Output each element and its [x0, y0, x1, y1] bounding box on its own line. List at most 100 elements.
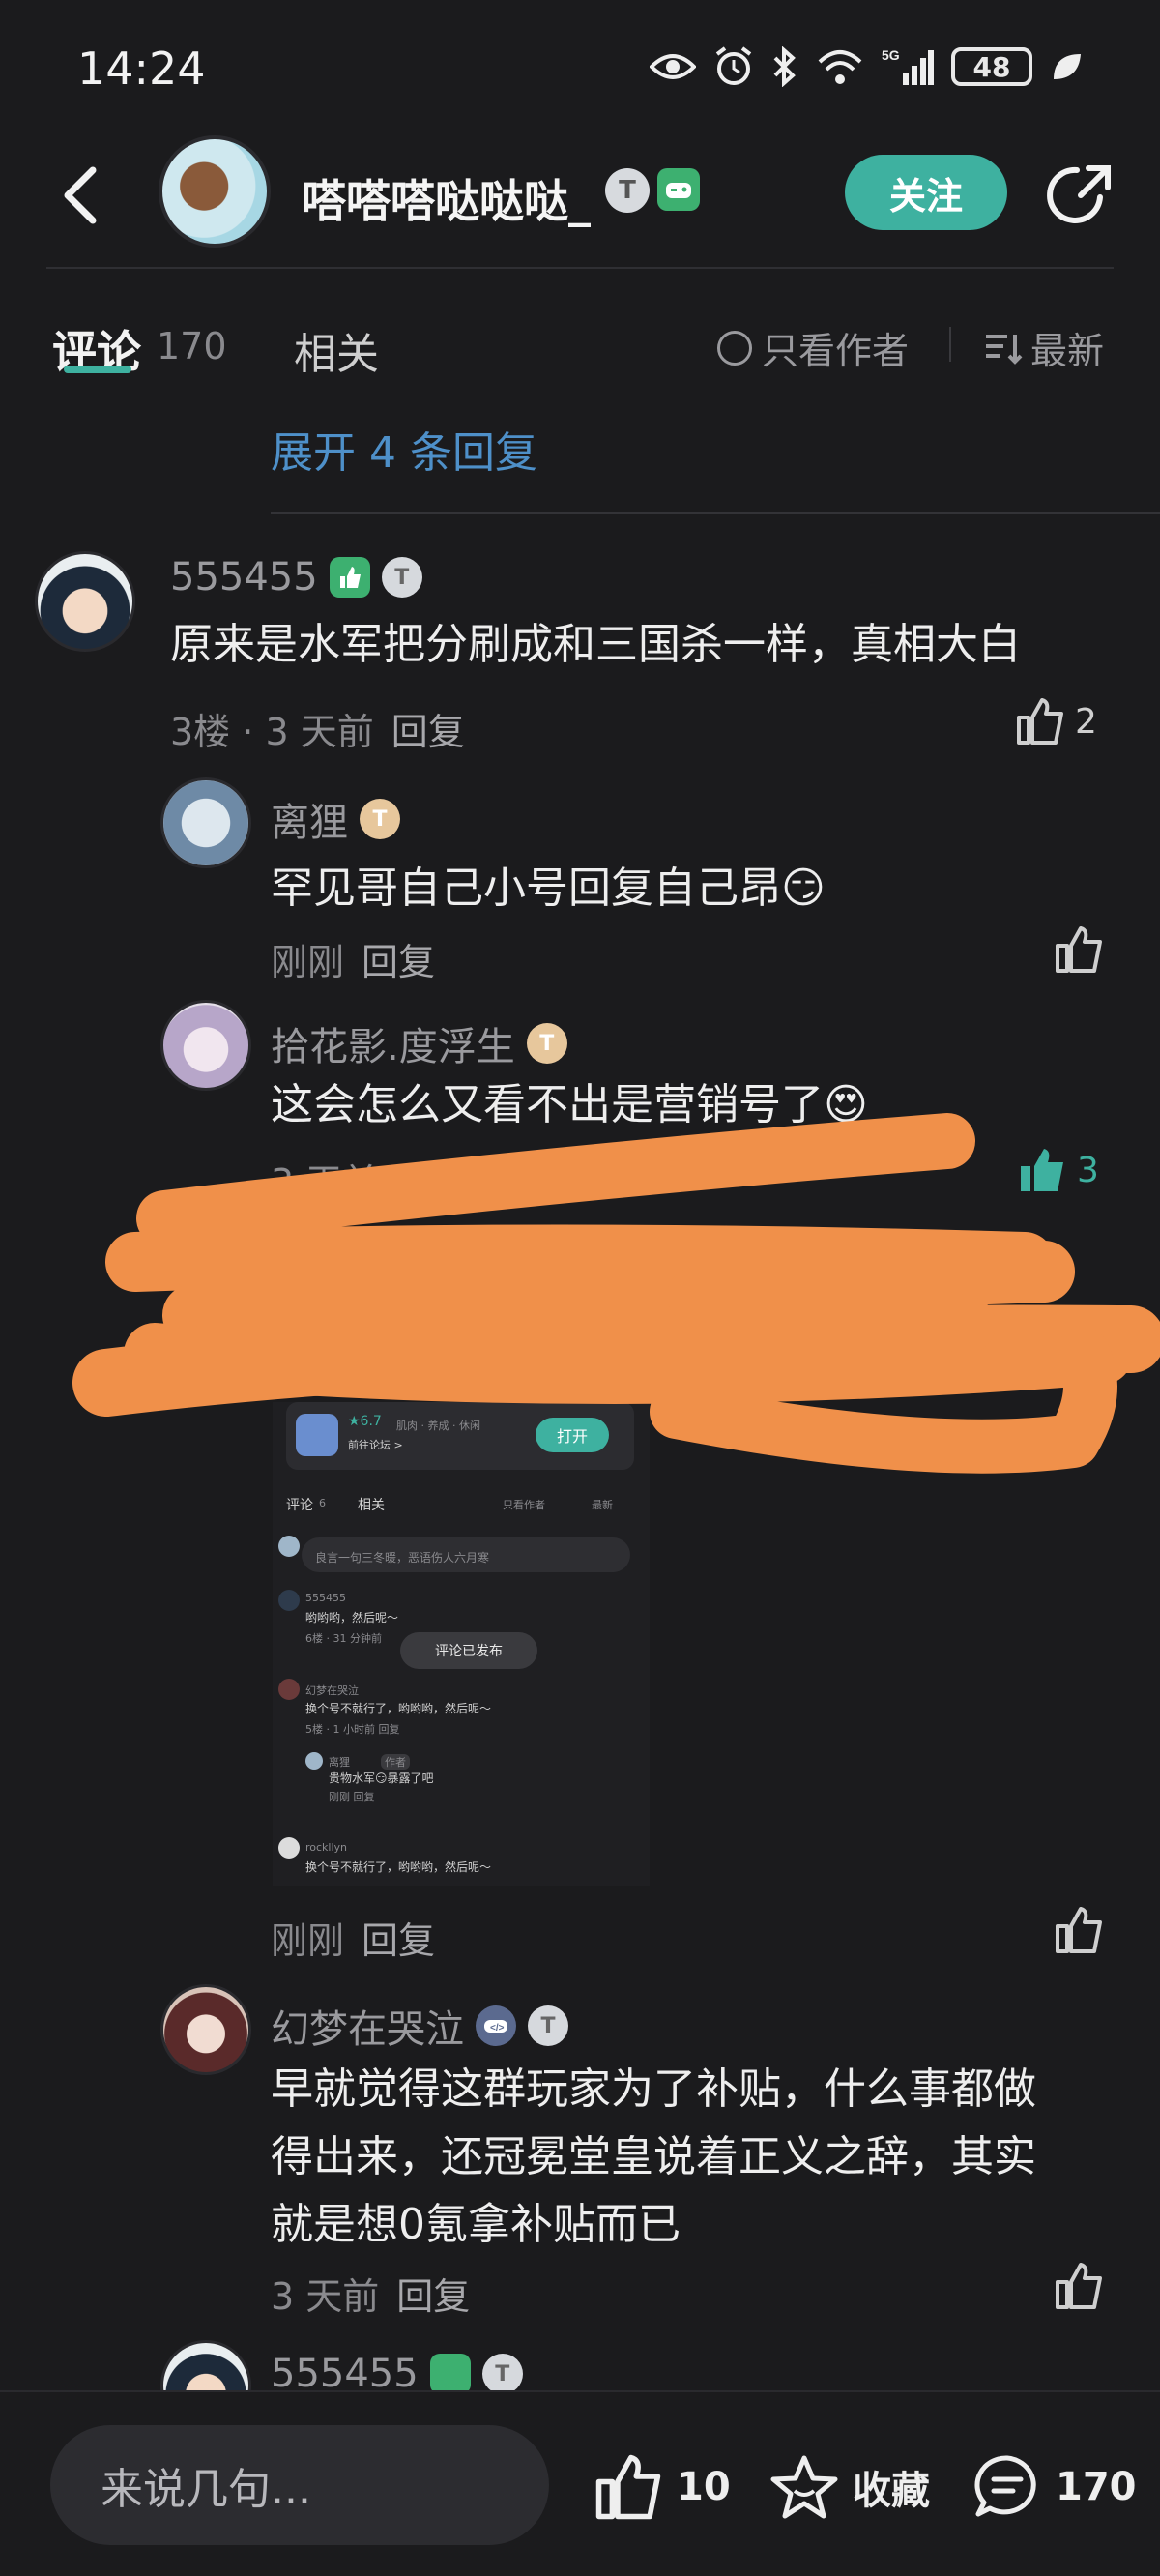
comment-input[interactable]: 来说几句...	[50, 2425, 549, 2545]
like-count: 2	[1075, 701, 1097, 742]
comment-meta: 3楼 · 3 天前 回复	[170, 711, 465, 753]
bottom-like-count: 10	[677, 2465, 731, 2509]
embedded-comment-meta: 6楼 · 31 分钟前	[305, 1632, 382, 1645]
comment-floor: 3楼	[170, 711, 231, 753]
reply-meta: 刚刚 回复	[271, 932, 435, 985]
thumb-up-icon	[1017, 698, 1063, 745]
level-badge-icon: T	[360, 799, 400, 839]
embedded-comment-text: 换个号不就行了，哟哟哟，然后呢～	[305, 1702, 492, 1715]
comment-user[interactable]: 555455 T	[170, 555, 422, 600]
avatar[interactable]	[35, 551, 135, 652]
embedded-comment-user: rockllyn	[305, 1841, 348, 1854]
alarm-icon	[715, 46, 752, 85]
embedded-comment-text: 哟哟哟，然后呢～	[305, 1611, 399, 1625]
share-icon[interactable]	[1044, 162, 1114, 224]
embedded-comment-text: 换个号不就行了，哟哟哟，然后呢～	[305, 1860, 492, 1874]
reply-text-line: 早就觉得这群玩家为了补贴，什么事都做	[271, 2064, 1036, 2114]
thumb-badge-icon	[429, 2354, 471, 2394]
reply-meta: 3 天前 回复	[271, 2267, 470, 2320]
status-icons: 5G 48	[650, 46, 1083, 87]
battery-indicator: 48	[951, 47, 1032, 86]
tab-active-indicator	[64, 366, 131, 373]
reply-user[interactable]: 幻梦在哭泣 </> T	[271, 1998, 568, 2054]
only-author-label: 只看作者	[762, 330, 910, 372]
reply-time: 3 天前	[271, 2275, 380, 2318]
expand-replies-link[interactable]: 展开 4 条回复	[271, 418, 537, 480]
reply-meta: 刚刚 回复	[271, 1911, 435, 1964]
section-divider	[271, 512, 1160, 514]
reply-button[interactable]: 回复	[362, 941, 435, 983]
star-icon	[770, 2455, 838, 2519]
scribble-redaction	[72, 1113, 1160, 1474]
back-arrow-icon[interactable]	[58, 164, 101, 226]
game-badge-icon	[657, 168, 700, 211]
tab-related[interactable]: 相关	[294, 319, 379, 381]
reply-button[interactable]: 回复	[396, 2275, 470, 2318]
header-divider	[46, 267, 1114, 269]
reply-username: 拾花影.度浮生	[271, 1025, 515, 1069]
tab-separator	[949, 327, 951, 362]
reply-time: 刚刚	[271, 1919, 345, 1962]
eye-icon	[650, 54, 696, 79]
tab-comments-count: 170	[157, 325, 227, 367]
embedded-toast: 评论已发布	[400, 1632, 537, 1669]
svg-text:5G: 5G	[882, 47, 900, 63]
thumb-up-icon[interactable]	[1054, 924, 1104, 975]
embedded-avatar	[278, 1590, 300, 1611]
level-badge: T	[605, 168, 650, 213]
favorite-button[interactable]: 收藏	[769, 2452, 930, 2522]
reply-text-line: 得出来，还冠冕堂皇说着正义之辞，其实	[271, 2132, 1036, 2181]
sort-label: 最新	[1030, 330, 1105, 372]
thumb-up-icon[interactable]	[1054, 2261, 1104, 2311]
embedded-comment-meta: 5楼 · 1 小时前 回复	[305, 1723, 400, 1736]
like-button[interactable]: 2	[1015, 696, 1097, 746]
reply-user[interactable]: 拾花影.度浮生 T	[271, 1015, 567, 1071]
sort-toggle[interactable]: 最新	[984, 321, 1104, 374]
reply-username: 离狸	[271, 801, 348, 845]
level-badge-icon: T	[526, 1023, 567, 1064]
only-author-toggle[interactable]: 只看作者	[717, 321, 909, 374]
svg-text:</>: </>	[490, 2023, 505, 2034]
bottom-like-button[interactable]: 10	[594, 2452, 731, 2522]
thumb-badge-icon	[329, 557, 370, 598]
author-name[interactable]: 嗒嗒嗒哒哒哒_	[302, 166, 591, 230]
reply-time: 刚刚	[271, 941, 345, 983]
avatar[interactable]	[160, 1984, 251, 2075]
leaf-icon	[1054, 54, 1081, 79]
embedded-reply-meta: 刚刚 回复	[329, 1791, 375, 1803]
comment-time: 3 天前	[265, 711, 374, 753]
reply-text: 罕见哥自己小号回复自己昂😏	[271, 864, 826, 913]
embedded-reply-text: 贵物水军😏暴露了吧	[329, 1771, 434, 1785]
reply-text: 早就觉得这群玩家为了补贴，什么事都做 得出来，还冠冕堂皇说着正义之辞，其实 就是…	[271, 2056, 1036, 2259]
reply-user[interactable]: 离狸 T	[271, 791, 400, 847]
level-badge-icon: T	[481, 2354, 523, 2394]
level-badge-icon: T	[381, 557, 422, 598]
signal-icon: 5G	[882, 47, 934, 85]
comment-text: 原来是水军把分刷成和三国杀一样，真相大白	[170, 620, 1021, 669]
author-badges: T	[605, 168, 700, 213]
level-badge-icon: T	[528, 2005, 568, 2046]
embedded-comment-user: 幻梦在哭泣	[305, 1684, 359, 1697]
avatar[interactable]	[160, 777, 251, 868]
favorite-label: 收藏	[853, 2469, 930, 2513]
embedded-avatar	[278, 1679, 300, 1700]
reply-button[interactable]: 回复	[392, 711, 465, 753]
thumb-up-icon[interactable]	[1054, 1905, 1104, 1955]
embedded-avatar	[305, 1752, 323, 1770]
reply-button[interactable]: 回复	[362, 1919, 435, 1962]
comment-bubble-icon	[974, 2455, 1036, 2517]
bluetooth-icon	[773, 46, 796, 87]
embedded-comment-user: 555455	[305, 1592, 346, 1604]
gamepad-badge-icon: </>	[476, 2005, 516, 2046]
author-name-text: 嗒嗒嗒哒哒哒_	[302, 175, 591, 227]
wifi-icon	[818, 50, 862, 84]
follow-button[interactable]: 关注	[845, 155, 1007, 230]
embedded-author-tag: 作者	[381, 1754, 410, 1770]
avatar[interactable]	[160, 1000, 251, 1091]
status-time: 14:24	[77, 43, 206, 95]
author-avatar[interactable]	[159, 135, 271, 248]
comments-button[interactable]: 170	[972, 2452, 1137, 2522]
thumb-up-icon	[595, 2454, 661, 2520]
reply-text-line: 就是想0氪拿补贴而已	[271, 2200, 681, 2249]
reply-username: 幻梦在哭泣	[271, 2007, 464, 2052]
